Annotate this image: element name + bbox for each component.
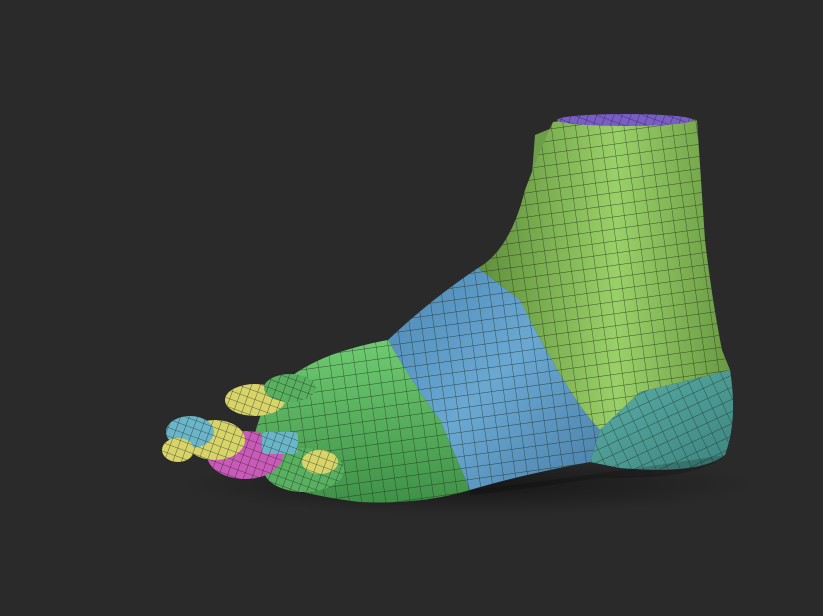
3d-viewport[interactable] (0, 0, 823, 616)
foot-mesh-render (162, 114, 760, 515)
